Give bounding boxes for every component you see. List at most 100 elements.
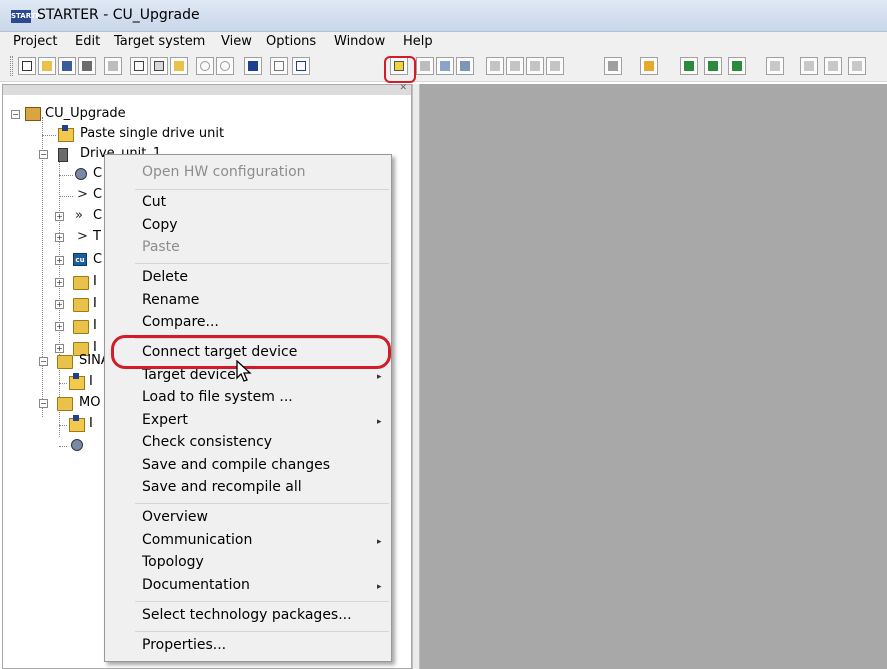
expand-icon[interactable]: + [55, 256, 64, 265]
menu-item-properties[interactable]: Properties... [142, 637, 226, 659]
new-icon[interactable] [18, 57, 36, 75]
load-cpu-icon[interactable] [506, 57, 524, 75]
menu-item-open-hw-config[interactable]: Open HW configuration [142, 164, 306, 186]
overflow-icon[interactable] [848, 57, 866, 75]
load-icon[interactable] [416, 57, 434, 75]
workspace-area [420, 84, 887, 669]
tree-item-label: C [93, 187, 103, 202]
fixed-icon[interactable] [486, 57, 504, 75]
x2-icon[interactable] [292, 57, 310, 75]
cut-icon[interactable] [130, 57, 148, 75]
menu-item-expert[interactable]: Expert [142, 412, 188, 434]
arrow-icon: > [77, 187, 88, 202]
print-icon[interactable] [104, 57, 122, 75]
mouse-cursor-icon [236, 360, 252, 382]
menu-item-save-recompile-all[interactable]: Save and recompile all [142, 479, 302, 501]
tree-item-label: T [93, 229, 101, 244]
drive-icon [58, 148, 68, 162]
menu-item-copy[interactable]: Copy [142, 217, 178, 239]
menu-item-topology[interactable]: Topology [142, 554, 204, 576]
undo-icon[interactable] [196, 57, 214, 75]
menu-item-select-technology-packages[interactable]: Select technology packages... [142, 607, 352, 629]
toolbox-icon[interactable] [800, 57, 818, 75]
collapse-icon[interactable]: − [11, 110, 20, 119]
paste-icon[interactable] [170, 57, 188, 75]
help-pointer-icon[interactable] [244, 57, 262, 75]
submenu-arrow-icon: ▸ [377, 537, 382, 547]
panel-splitter[interactable] [412, 84, 420, 669]
folder-icon [73, 276, 89, 290]
expand-icon[interactable]: + [55, 233, 64, 242]
menu-edit[interactable]: Edit [75, 34, 100, 49]
project-icon [25, 107, 41, 121]
tree-item-label: MO [79, 395, 101, 410]
close-icon[interactable]: ✕ [399, 83, 407, 93]
copy-icon[interactable] [150, 57, 168, 75]
menu-item-documentation[interactable]: Documentation [142, 577, 250, 599]
menu-item-target-device[interactable]: Target device [142, 367, 236, 389]
expand-icon[interactable]: + [55, 344, 64, 353]
gear-icon [75, 168, 87, 180]
menu-item-communication[interactable]: Communication [142, 532, 252, 554]
menu-view[interactable]: View [221, 34, 252, 49]
menu-options[interactable]: Options [266, 34, 316, 49]
paste-icon [69, 415, 85, 432]
counter-icon[interactable] [604, 57, 622, 75]
save-compile-icon[interactable] [78, 57, 96, 75]
folder-icon [73, 298, 89, 312]
target-device-icon[interactable] [546, 57, 564, 75]
collapse-icon[interactable]: − [39, 150, 48, 159]
panel-header: ✕ [3, 83, 411, 95]
open-icon[interactable] [38, 57, 56, 75]
menu-separator [135, 631, 389, 632]
expand-icon[interactable]: + [55, 278, 64, 287]
menu-separator [135, 601, 389, 602]
collapse-icon[interactable]: − [39, 357, 48, 366]
menu-project[interactable]: Project [13, 34, 57, 49]
control-panel-icon[interactable] [728, 57, 746, 75]
menu-item-compare[interactable]: Compare... [142, 314, 219, 336]
menu-item-cut[interactable]: Cut [142, 194, 166, 216]
x1-icon[interactable] [270, 57, 288, 75]
cu-icon: cu [73, 253, 87, 266]
tree-item-label: I [93, 318, 97, 333]
expand-icon[interactable]: + [55, 300, 64, 309]
menu-item-paste[interactable]: Paste [142, 239, 180, 261]
collapse-icon[interactable]: − [39, 399, 48, 408]
menu-item-delete[interactable]: Delete [142, 269, 188, 291]
toolbar-highlight-annotation [384, 56, 416, 83]
menu-separator [135, 503, 389, 504]
load-system-icon[interactable] [526, 57, 544, 75]
tree-item-label: C [93, 208, 103, 223]
trace-icon[interactable] [680, 57, 698, 75]
menu-window[interactable]: Window [334, 34, 385, 49]
expand-icon[interactable]: + [55, 322, 64, 331]
redo-icon[interactable] [216, 57, 234, 75]
menu-target-system[interactable]: Target system [114, 34, 205, 49]
submenu-arrow-icon: ▸ [377, 372, 382, 382]
paste-icon [69, 373, 85, 390]
paste-icon [58, 125, 74, 142]
menu-item-load-to-file-system[interactable]: Load to file system ... [142, 389, 293, 411]
save-icon[interactable] [58, 57, 76, 75]
submenu-arrow-icon: ▸ [377, 417, 382, 427]
toolbar-grip[interactable] [10, 56, 13, 76]
download-icon[interactable] [436, 57, 454, 75]
expand-icon[interactable]: + [55, 212, 64, 221]
more-icon[interactable] [824, 57, 842, 75]
folder-icon [57, 355, 73, 369]
folder-icon [73, 320, 89, 334]
menu-help[interactable]: Help [403, 34, 433, 49]
topology-icon[interactable] [766, 57, 784, 75]
menu-item-check-consistency[interactable]: Check consistency [142, 434, 272, 456]
menu-item-rename[interactable]: Rename [142, 292, 199, 314]
monitor-icon[interactable] [704, 57, 722, 75]
menu-item-save-compile-changes[interactable]: Save and compile changes [142, 457, 330, 479]
gear-icon [71, 439, 83, 451]
accessible-nodes-icon[interactable] [640, 57, 658, 75]
toolbar [0, 52, 887, 82]
menu-item-overview[interactable]: Overview [142, 509, 208, 531]
context-menu: Open HW configuration Cut Copy Paste Del… [104, 154, 392, 662]
upload-icon[interactable] [456, 57, 474, 75]
menu-separator [135, 189, 389, 190]
